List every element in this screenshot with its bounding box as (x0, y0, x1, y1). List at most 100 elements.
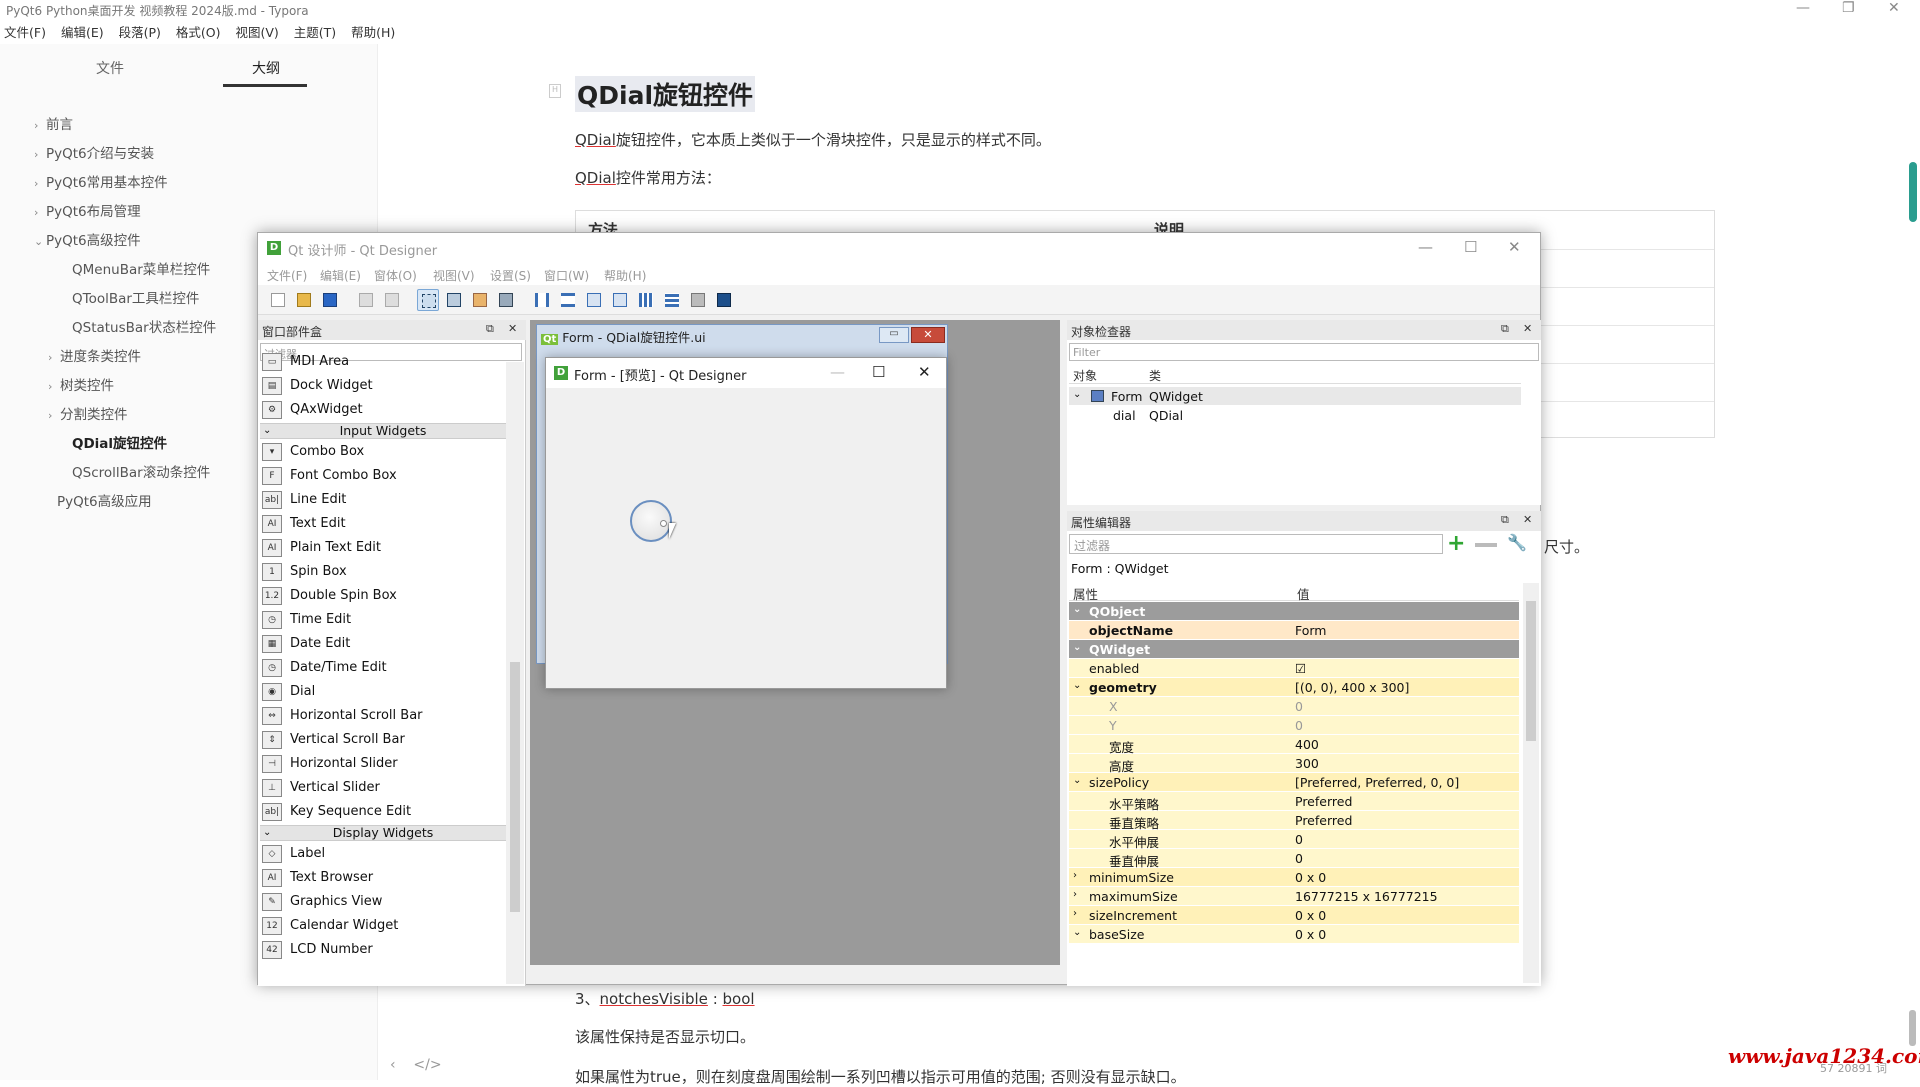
widget-item[interactable]: AI Plain Text Edit (262, 536, 381, 560)
outline-item[interactable]: › PyQt6布局管理 (34, 200, 141, 220)
widget-item[interactable]: 1.2 Double Spin Box (262, 584, 397, 608)
property-row[interactable]: 垂直策略 Preferred (1069, 811, 1519, 831)
property-value[interactable]: 300 (1295, 756, 1319, 771)
col-value[interactable]: 值 (1297, 584, 1310, 603)
widget-item[interactable]: ⊥ Vertical Slider (262, 776, 380, 800)
object-tree-row[interactable]: dial QDial (1069, 406, 1521, 424)
property-value[interactable]: Form (1295, 623, 1327, 638)
outline-item[interactable]: › 分割类控件 (48, 403, 128, 423)
property-value[interactable]: 400 (1295, 737, 1319, 752)
property-row[interactable]: ⌄ geometry [(0, 0), 400 x 300] (1069, 678, 1519, 697)
layout-v-splitter-icon[interactable] (609, 289, 631, 311)
preview-close-button[interactable]: ✕ (918, 363, 931, 381)
chevron-down-icon[interactable]: ⌄ (1073, 389, 1081, 400)
widget-item[interactable]: ⇕ Vertical Scroll Bar (262, 728, 405, 752)
menu-edit[interactable]: 编辑(E) (61, 25, 104, 40)
doc-paragraph-2[interactable]: QDial控件常用方法： (575, 167, 721, 188)
property-value[interactable]: 0 (1295, 718, 1303, 733)
new-file-icon[interactable] (267, 289, 289, 311)
chevron-icon[interactable]: › (34, 119, 46, 132)
designer-menu-settings[interactable]: 设置(S) (490, 267, 531, 284)
widget-item[interactable]: ⚙ QAxWidget (262, 398, 363, 422)
property-row[interactable]: 宽度 400 (1069, 735, 1519, 755)
open-folder-icon[interactable] (293, 289, 315, 311)
bring-front-icon[interactable] (381, 289, 403, 311)
chevron-icon[interactable]: ⌄ (1073, 642, 1081, 653)
outline-item[interactable]: QStatusBar状态栏控件 (60, 316, 216, 336)
widget-item[interactable]: ◇ Label (262, 842, 325, 866)
property-scroll-thumb[interactable] (1526, 601, 1536, 741)
edit-buddies-icon[interactable] (469, 289, 491, 311)
widget-item[interactable]: 12 Calendar Widget (262, 914, 398, 938)
property-row[interactable]: 高度 300 (1069, 754, 1519, 774)
widget-item[interactable]: AI Text Browser (262, 866, 373, 890)
panel-close-icon[interactable]: ✕ (508, 322, 517, 335)
doc-paragraph-4[interactable]: 该属性保持是否显示切口。 (575, 1026, 755, 1047)
property-row[interactable]: ⌄ QWidget (1069, 640, 1519, 659)
minimize-button[interactable]: — (1796, 0, 1810, 16)
property-value[interactable]: 0 (1295, 851, 1303, 866)
tab-outline[interactable]: 大纲 (252, 58, 280, 78)
property-row[interactable]: › minimumSize 0 x 0 (1069, 868, 1519, 887)
panel-float-icon[interactable]: ⧉ (1501, 513, 1509, 527)
property-value[interactable]: 0 (1295, 699, 1303, 714)
edit-tab-order-icon[interactable] (495, 289, 517, 311)
property-row[interactable]: ⌄ baseSize 0 x 0 (1069, 925, 1519, 944)
menu-help[interactable]: 帮助(H) (351, 25, 395, 40)
break-layout-icon[interactable] (687, 289, 709, 311)
property-scrollbar[interactable] (1523, 583, 1539, 983)
designer-menu-help[interactable]: 帮助(H) (604, 267, 646, 284)
outline-item[interactable]: › 进度条类控件 (48, 345, 141, 365)
outline-item[interactable]: QMenuBar菜单栏控件 (60, 258, 210, 278)
panel-close-icon[interactable]: ✕ (1523, 513, 1532, 526)
outline-item[interactable]: ⌄ PyQt6高级控件 (34, 229, 141, 249)
designer-close-button[interactable]: ✕ (1508, 238, 1521, 256)
outline-item[interactable]: QDial旋钮控件 (60, 432, 167, 452)
outline-item[interactable]: › 树类控件 (48, 374, 114, 394)
widget-box-scrollbar[interactable] (506, 362, 524, 984)
widget-item[interactable]: 1 Spin Box (262, 560, 347, 584)
property-row[interactable]: ⌄ sizePolicy [Preferred, Preferred, 0, 0] (1069, 773, 1519, 792)
doc-heading[interactable]: QDial旋钮控件 (575, 76, 756, 112)
doc-paragraph-5[interactable]: 如果属性为true，则在刻度盘周围绘制一系列凹槽以指示可用值的范围; 否则没有显… (575, 1066, 1186, 1087)
property-value[interactable]: 16777215 x 16777215 (1295, 889, 1438, 904)
add-property-icon[interactable]: + (1447, 533, 1465, 555)
widget-item[interactable]: ◷ Date/Time Edit (262, 656, 387, 680)
back-icon[interactable]: ‹ (390, 1057, 396, 1073)
chevron-icon[interactable]: › (34, 177, 46, 190)
layout-horizontal-icon[interactable] (531, 289, 553, 311)
chevron-icon[interactable]: › (48, 351, 60, 364)
property-row[interactable]: enabled ☑ (1069, 659, 1519, 678)
tab-files[interactable]: 文件 (96, 58, 124, 78)
outline-item[interactable]: PyQt6高级应用 (45, 490, 152, 510)
outline-item[interactable]: QScrollBar滚动条控件 (60, 461, 210, 481)
property-row[interactable]: 水平伸展 0 (1069, 830, 1519, 850)
dial-widget[interactable] (630, 500, 672, 542)
doc-scrollbar-lower[interactable] (1909, 1010, 1916, 1046)
chevron-down-icon[interactable]: ⌄ (263, 826, 271, 840)
outline-item[interactable]: QToolBar工具栏控件 (60, 287, 199, 307)
doc-paragraph-3[interactable]: 3、notchesVisible : bool (575, 988, 755, 1009)
widget-item[interactable]: ⊣ Horizontal Slider (262, 752, 398, 776)
panel-float-icon[interactable]: ⧉ (486, 322, 494, 336)
chevron-icon[interactable]: ⌄ (1073, 775, 1081, 786)
designer-menu-edit[interactable]: 编辑(E) (320, 267, 361, 284)
designer-menu-view[interactable]: 视图(V) (433, 267, 475, 284)
chevron-icon[interactable]: › (48, 409, 60, 422)
outline-item[interactable]: › 前言 (34, 113, 73, 133)
widget-item[interactable]: 42 LCD Number (262, 938, 373, 962)
chevron-icon[interactable]: ⌄ (1073, 680, 1081, 691)
outline-item[interactable]: › PyQt6常用基本控件 (34, 171, 168, 191)
chevron-icon[interactable]: › (48, 380, 60, 393)
send-back-icon[interactable] (355, 289, 377, 311)
property-row[interactable]: X0 (1069, 697, 1519, 716)
property-value[interactable]: 0 x 0 (1295, 870, 1326, 885)
doc-scrollbar-thumb[interactable] (1909, 162, 1917, 222)
chevron-icon[interactable]: ⌄ (1073, 927, 1081, 938)
menu-theme[interactable]: 主题(T) (294, 25, 336, 40)
designer-menu-form[interactable]: 窗体(O) (374, 267, 417, 284)
property-value[interactable]: 0 x 0 (1295, 908, 1326, 923)
designer-menu-window[interactable]: 窗口(W) (544, 267, 589, 284)
property-value[interactable]: 0 x 0 (1295, 927, 1326, 942)
widget-item[interactable]: AI Text Edit (262, 512, 346, 536)
